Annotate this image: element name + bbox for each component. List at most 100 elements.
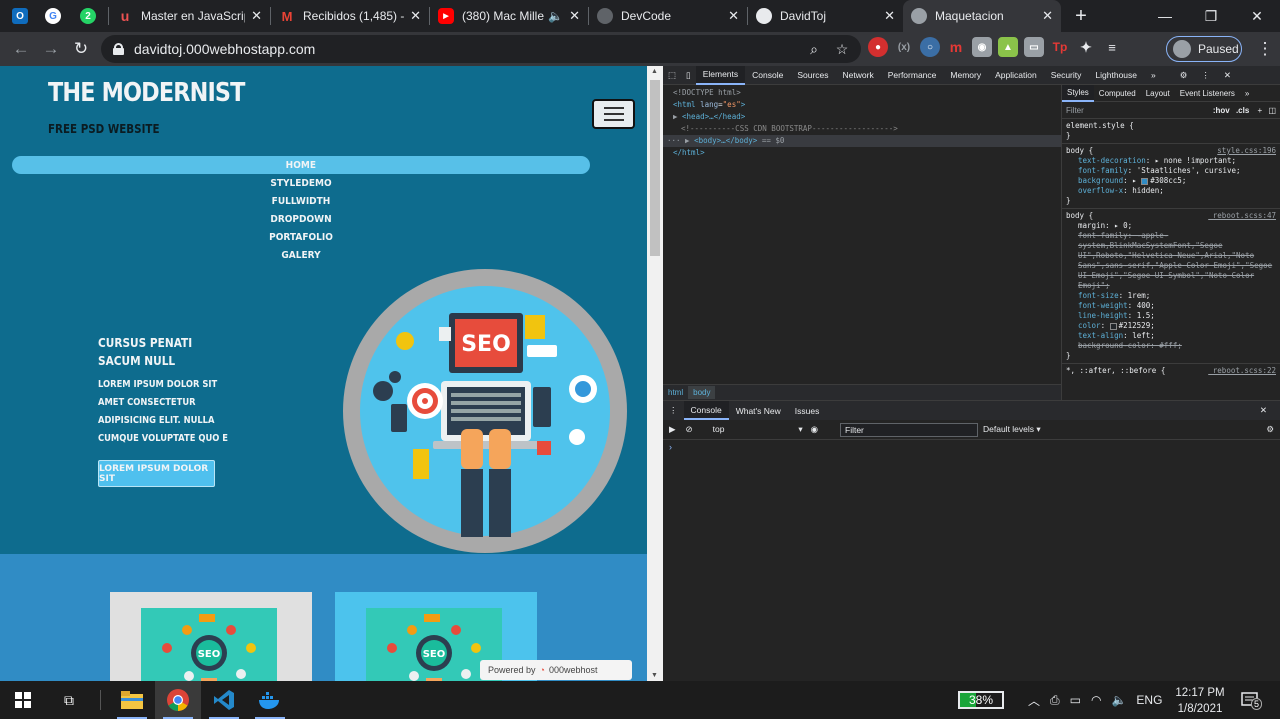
drawer-tab-issues[interactable]: Issues [788,401,827,420]
task-view-button[interactable]: ⧉ [46,681,92,719]
close-icon[interactable]: ✕ [728,8,739,24]
zoom-icon[interactable]: ⌕ [804,39,824,59]
console-filter-input[interactable]: Filter [840,423,978,437]
rule-source-link[interactable]: _reboot.scss:47 [1208,211,1276,221]
dom-html-close[interactable]: </html> [663,147,1061,159]
hero-cta-button[interactable]: LOREM IPSUM DOLOR SIT [98,460,215,487]
console-settings-gear-icon[interactable]: ⚙ [1266,424,1274,435]
chevron-up-icon[interactable]: ︿ [1028,692,1040,709]
context-select[interactable]: top ▾ [713,424,803,435]
minimize-icon[interactable]: — [1142,0,1188,32]
drawer-tab-whats-new[interactable]: What's New [729,401,788,420]
taskbar-docker[interactable] [247,681,293,719]
puzzle-icon[interactable]: ✦ [1076,37,1096,57]
live-expression-eye-icon[interactable]: ◉ [811,424,818,435]
tab-memory[interactable]: Memory [943,66,988,85]
inspect-icon[interactable]: ⬚ [663,66,681,85]
console-prompt-icon[interactable]: › [669,442,672,452]
more-tabs-icon[interactable]: » [1144,66,1163,85]
menu-kebab-icon[interactable]: ⋮ [1250,34,1280,64]
add-rule-icon[interactable]: + [1258,106,1263,115]
reload-icon[interactable]: ↻ [66,34,96,64]
tab-application[interactable]: Application [988,66,1044,85]
star-icon[interactable]: ☆ [832,39,852,59]
battery-indicator[interactable]: 38% [958,691,1004,709]
navbar-toggle-button[interactable] [592,99,635,129]
drawer-menu-icon[interactable]: ⋮ [663,401,684,420]
style-rule-universal[interactable]: *, ::after, ::before {_reboot.scss:22 [1062,364,1280,378]
tab-lighthouse[interactable]: Lighthouse [1088,66,1144,85]
rule-source-link[interactable]: style.css:196 [1217,146,1276,156]
tab-computed[interactable]: Computed [1094,85,1141,102]
taskbar-chrome[interactable] [155,681,201,719]
gallery-card[interactable]: SEO [110,592,312,681]
more-icon[interactable]: » [1240,85,1254,102]
taskbar-vscode[interactable] [201,681,247,719]
close-icon[interactable]: ✕ [569,8,580,24]
variables-extension-icon[interactable]: (x) [894,37,914,57]
page-scrollbar[interactable]: ▲ ▼ [647,66,663,681]
style-rule-element[interactable]: element.style { } [1062,119,1280,144]
tab-network[interactable]: Network [836,66,881,85]
cls-toggle[interactable]: .cls [1236,106,1249,115]
tab-console[interactable]: Console [745,66,790,85]
nav-dropdown[interactable]: DROPDOWN [41,210,561,228]
address-bar[interactable]: davidtoj.000webhostapp.com ⌕ ☆ [101,35,861,63]
hov-toggle[interactable]: :hov [1213,106,1230,115]
nav-fullwidth[interactable]: FULLWIDTH [41,192,561,210]
forward-icon[interactable]: → [36,34,66,64]
queue-icon[interactable]: ≡ [1102,37,1122,57]
dom-comment[interactable]: <!----------CSS CDN BOOTSTRAP-----------… [663,123,1061,135]
start-button[interactable] [0,681,46,719]
dom-html-open[interactable]: <html lang="es"> [663,99,1061,111]
dom-doctype[interactable]: <!DOCTYPE html> [663,87,1061,99]
tab-elements[interactable]: Elements [695,65,746,85]
profile-button[interactable]: Paused [1166,36,1242,62]
back-icon[interactable]: ← [6,34,36,64]
pinned-tab-outlook[interactable]: O [0,0,36,32]
close-icon[interactable]: ✕ [251,8,262,24]
tab-davidtoj[interactable]: DavidToj ✕ [748,0,903,32]
input-language[interactable]: ENG [1136,693,1162,707]
tab-event-listeners[interactable]: Event Listeners [1175,85,1240,102]
close-devtools-icon[interactable]: ✕ [1217,66,1238,85]
tab-performance[interactable]: Performance [881,66,944,85]
device-toolbar-icon[interactable]: ▯ [681,66,696,85]
tab-layout[interactable]: Layout [1141,85,1175,102]
rule-source-link[interactable]: _reboot.scss:22 [1208,366,1276,376]
settings-gear-icon[interactable]: ⚙ [1173,66,1195,85]
nav-home[interactable]: HOME [12,156,590,174]
crumb-html[interactable]: html [663,386,688,399]
tab-gmail[interactable]: M Recibidos (1,485) - c ✕ [271,0,429,32]
dom-body-selected[interactable]: ··· ▶ <body>…</body> == $0 [663,135,1061,147]
pinned-tab-whatsapp[interactable]: 2 [72,0,108,32]
wifi-icon[interactable]: ◠ [1091,693,1101,707]
circle-extension-icon[interactable]: ○ [920,37,940,57]
notification-center-icon[interactable]: 5 [1240,690,1262,710]
maximize-icon[interactable]: ❐ [1188,0,1234,32]
battery-icon[interactable]: ▭ [1070,693,1081,707]
printer-extension-icon[interactable]: ▭ [1024,37,1044,57]
tab-devcode[interactable]: DevCode ✕ [589,0,747,32]
drawer-tab-console[interactable]: Console [683,401,729,420]
powered-by-badge[interactable]: Powered by ◔ 000webhost [480,660,632,680]
pinned-tab-google[interactable]: G [36,0,72,32]
mendeley-extension-icon[interactable]: m [946,37,966,57]
speaker-icon[interactable]: 🔈 [548,9,563,23]
tab-security[interactable]: Security [1044,66,1089,85]
taskbar-file-explorer[interactable] [109,681,155,719]
site-brand[interactable]: THE MODERNIST [48,78,245,108]
camera-extension-icon[interactable]: ◉ [972,37,992,57]
style-rule-reboot[interactable]: body {_reboot.scss:47 margin: ▸ 0; font-… [1062,209,1280,364]
crumb-body[interactable]: body [688,386,716,399]
clock[interactable]: 12:17 PM 1/8/2021 [1170,685,1230,717]
close-drawer-icon[interactable]: ✕ [1253,401,1274,420]
scroll-down-icon[interactable]: ▼ [651,672,658,679]
styles-filter-input[interactable]: Filter [1066,106,1084,115]
close-icon[interactable]: ✕ [884,8,895,24]
adblock-extension-icon[interactable]: ● [868,37,888,57]
dom-head[interactable]: ▶ <head>…</head> [663,111,1061,123]
close-window-icon[interactable]: ✕ [1234,0,1280,32]
tab-sources[interactable]: Sources [790,66,835,85]
color-swatch[interactable] [1141,177,1149,185]
